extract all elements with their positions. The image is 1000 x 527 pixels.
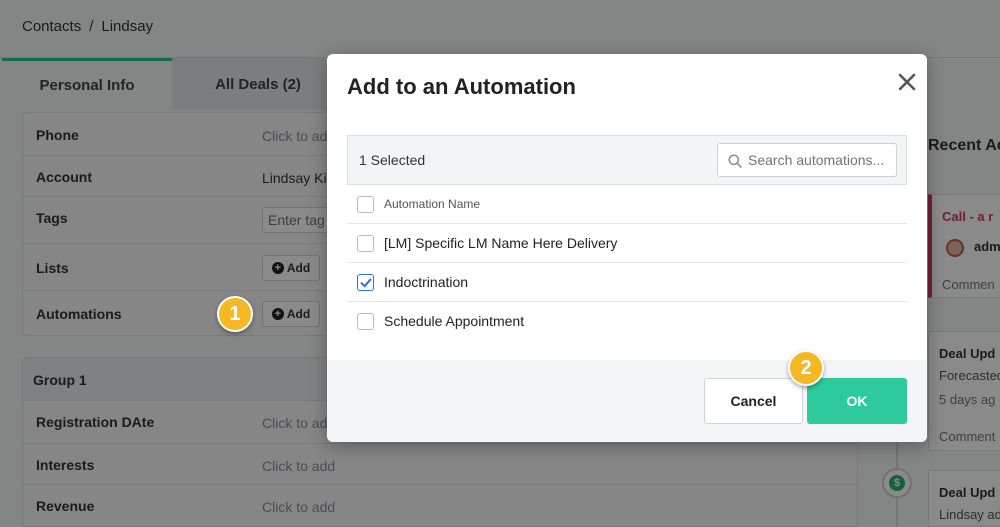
close-icon[interactable] (895, 70, 919, 94)
automation-search[interactable] (717, 143, 897, 177)
callout-badge-2: 2 (788, 350, 824, 386)
automation-row[interactable]: Indoctrination (347, 263, 907, 302)
automation-checkbox[interactable] (357, 235, 374, 252)
automation-name: Schedule Appointment (384, 313, 525, 329)
modal-footer: Cancel OK (327, 360, 927, 442)
search-icon (728, 154, 742, 168)
add-automation-modal: Add to an Automation 1 Selected Automati… (327, 54, 927, 442)
ok-button[interactable]: OK (807, 378, 907, 424)
check-icon (360, 278, 372, 288)
selected-count: 1 Selected (359, 152, 426, 168)
modal-title: Add to an Automation (347, 74, 576, 99)
automation-row[interactable]: Schedule Appointment (347, 302, 907, 341)
column-header-automation-name: Automation Name (384, 197, 481, 211)
automation-name: Indoctrination (384, 274, 469, 290)
select-all-checkbox[interactable] (357, 196, 374, 213)
automation-table-toolbar: 1 Selected (347, 135, 907, 185)
automation-checkbox[interactable] (357, 274, 374, 291)
automation-name: [LM] Specific LM Name Here Delivery (384, 235, 618, 251)
cancel-button[interactable]: Cancel (704, 378, 803, 424)
automation-table-header: Automation Name (347, 185, 907, 224)
automation-row[interactable]: [LM] Specific LM Name Here Delivery (347, 224, 907, 263)
callout-badge-1: 1 (217, 296, 253, 332)
automation-checkbox[interactable] (357, 313, 374, 330)
search-input[interactable] (748, 144, 893, 176)
